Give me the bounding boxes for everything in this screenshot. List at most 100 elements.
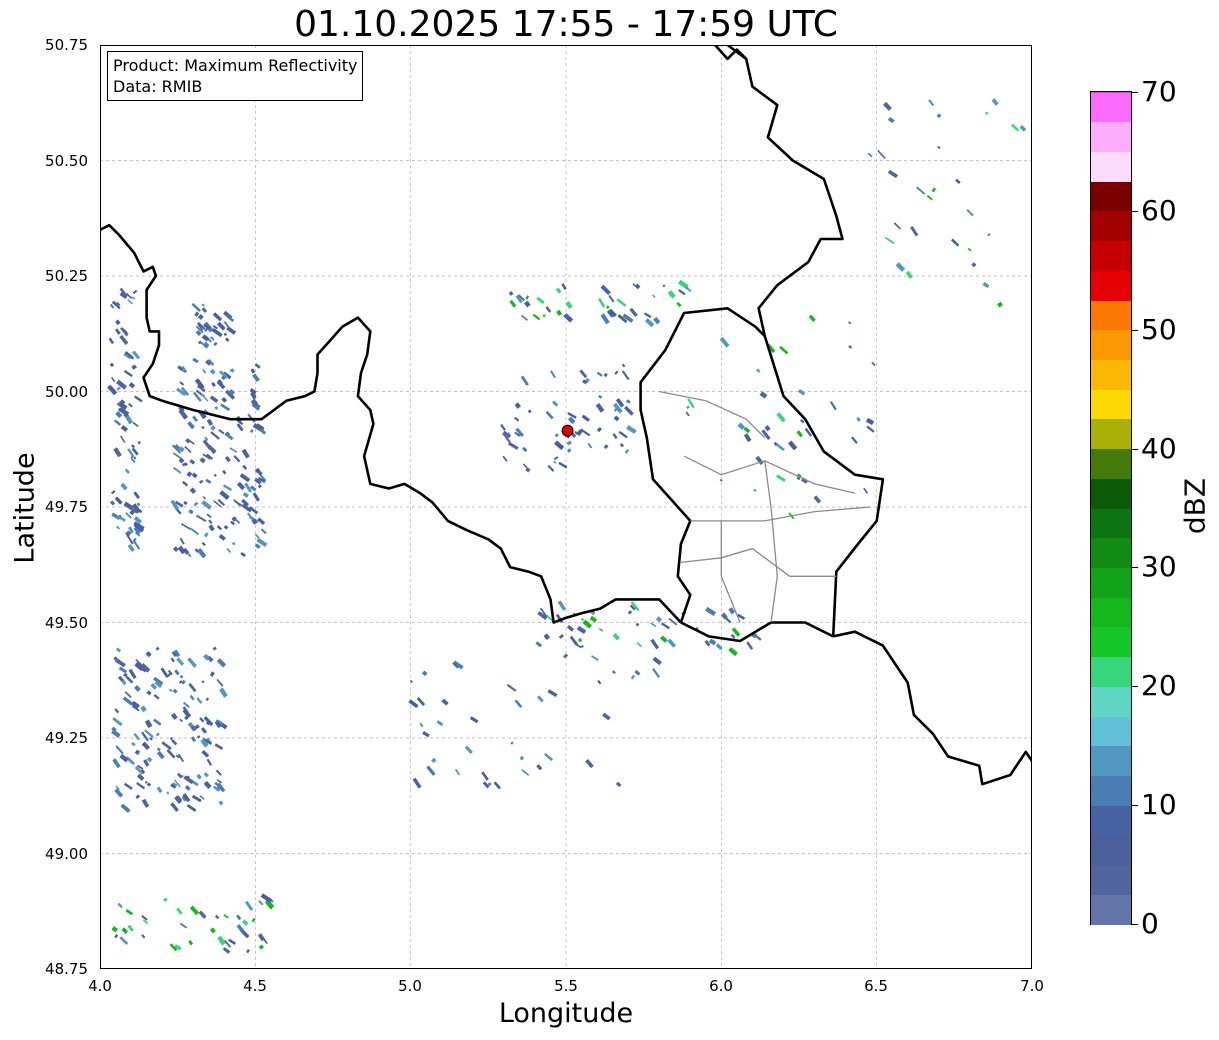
echo-cell [464, 745, 473, 755]
echo-cell [987, 233, 991, 237]
echo-cell [557, 600, 567, 611]
echo-cell [608, 294, 615, 303]
colorbar-segment [1091, 181, 1131, 212]
echo-cell [966, 209, 974, 217]
echo-cell [624, 405, 634, 416]
echo-cell [258, 944, 264, 950]
echo-cell [118, 666, 128, 674]
echo-cell [216, 525, 223, 531]
echo-cell [107, 384, 118, 396]
echo-cell [634, 669, 641, 676]
echo-cell [589, 615, 598, 623]
echo-cell [203, 780, 212, 790]
echo-cell [508, 291, 514, 296]
echo-cell [409, 679, 413, 684]
echo-cell [829, 401, 837, 411]
echo-cell [134, 749, 141, 756]
echo-cell [258, 899, 264, 906]
echo-cell [441, 698, 449, 706]
y-tick-label: 49.50 [45, 614, 88, 632]
echo-cell [997, 301, 1003, 308]
echo-cell [236, 914, 242, 921]
colorbar [1090, 91, 1132, 925]
echo-cell [585, 759, 594, 769]
echo-cell [176, 657, 185, 666]
y-tick-label: 49.75 [45, 498, 88, 516]
echo-cell [219, 490, 230, 500]
echo-cell [128, 668, 137, 680]
y-tick-label: 50.25 [45, 267, 88, 285]
canton-boundary [720, 520, 741, 623]
echo-cell [119, 753, 129, 763]
echo-cell [576, 625, 587, 635]
canton-boundary [683, 455, 856, 494]
canton-boundary [690, 506, 871, 522]
echo-cell [201, 749, 210, 758]
echo-cell [525, 295, 530, 300]
echo-cell [660, 635, 668, 643]
echo-cell [133, 456, 137, 460]
colorbar-segment [1091, 597, 1131, 628]
echo-cell [635, 622, 640, 627]
echo-cell [926, 194, 933, 201]
colorbar-tick-label: 30 [1141, 550, 1177, 584]
echo-cell [198, 910, 207, 919]
colorbar-segment [1091, 537, 1131, 569]
echo-cell [218, 429, 225, 435]
echo-cell [522, 463, 528, 469]
echo-cell [179, 674, 184, 679]
echo-cell [201, 334, 210, 342]
echo-cell [627, 610, 633, 615]
echo-cell [848, 344, 853, 349]
echo-cell [133, 732, 141, 741]
colorbar-segment [1091, 359, 1131, 390]
echo-cell [120, 435, 126, 444]
echo-cell [216, 678, 224, 687]
echo-cell [166, 791, 170, 795]
echo-cell [535, 641, 543, 648]
echo-cell [615, 781, 622, 788]
echo-cell [199, 717, 205, 723]
colorbar-segment [1091, 389, 1131, 420]
echo-cell [252, 373, 260, 382]
echo-cell [229, 447, 238, 453]
echo-cell [655, 616, 663, 623]
echo-cell [866, 425, 875, 433]
echo-cell [598, 297, 606, 308]
y-tick-label: 49.00 [45, 845, 88, 863]
echo-cell [110, 490, 116, 495]
echo-cell [506, 683, 517, 692]
echo-cell [596, 371, 603, 377]
colorbar-segment [1091, 567, 1131, 598]
echo-cell [108, 337, 115, 345]
echo-cell [161, 741, 172, 751]
colorbar-segment [1091, 210, 1131, 242]
echo-cell [210, 431, 220, 440]
echo-cell [715, 643, 723, 651]
echo-cell [201, 307, 208, 313]
echo-cell [644, 318, 655, 328]
echo-cell [931, 187, 937, 193]
echo-cell [201, 680, 205, 684]
echo-cell [667, 290, 676, 299]
echo-cell [156, 750, 165, 760]
echo-cell [166, 749, 176, 759]
echo-cell [211, 328, 223, 338]
echo-cell [982, 281, 990, 289]
echo-cell [743, 426, 751, 434]
echo-cell [220, 403, 231, 412]
canton-boundary [680, 547, 837, 577]
echo-cell [678, 289, 686, 296]
border-belgium-germany [726, 45, 844, 337]
echo-cell [222, 947, 231, 954]
echo-cell [686, 405, 690, 410]
echo-cell [556, 309, 563, 316]
echo-cell [566, 440, 573, 446]
echo-cell [563, 313, 574, 323]
echo-cell [132, 539, 141, 550]
echo-cell [111, 729, 121, 738]
echo-cell [109, 500, 116, 506]
echo-cell [223, 914, 229, 919]
x-tick-label: 5.5 [554, 977, 578, 995]
echo-cell [174, 669, 180, 676]
